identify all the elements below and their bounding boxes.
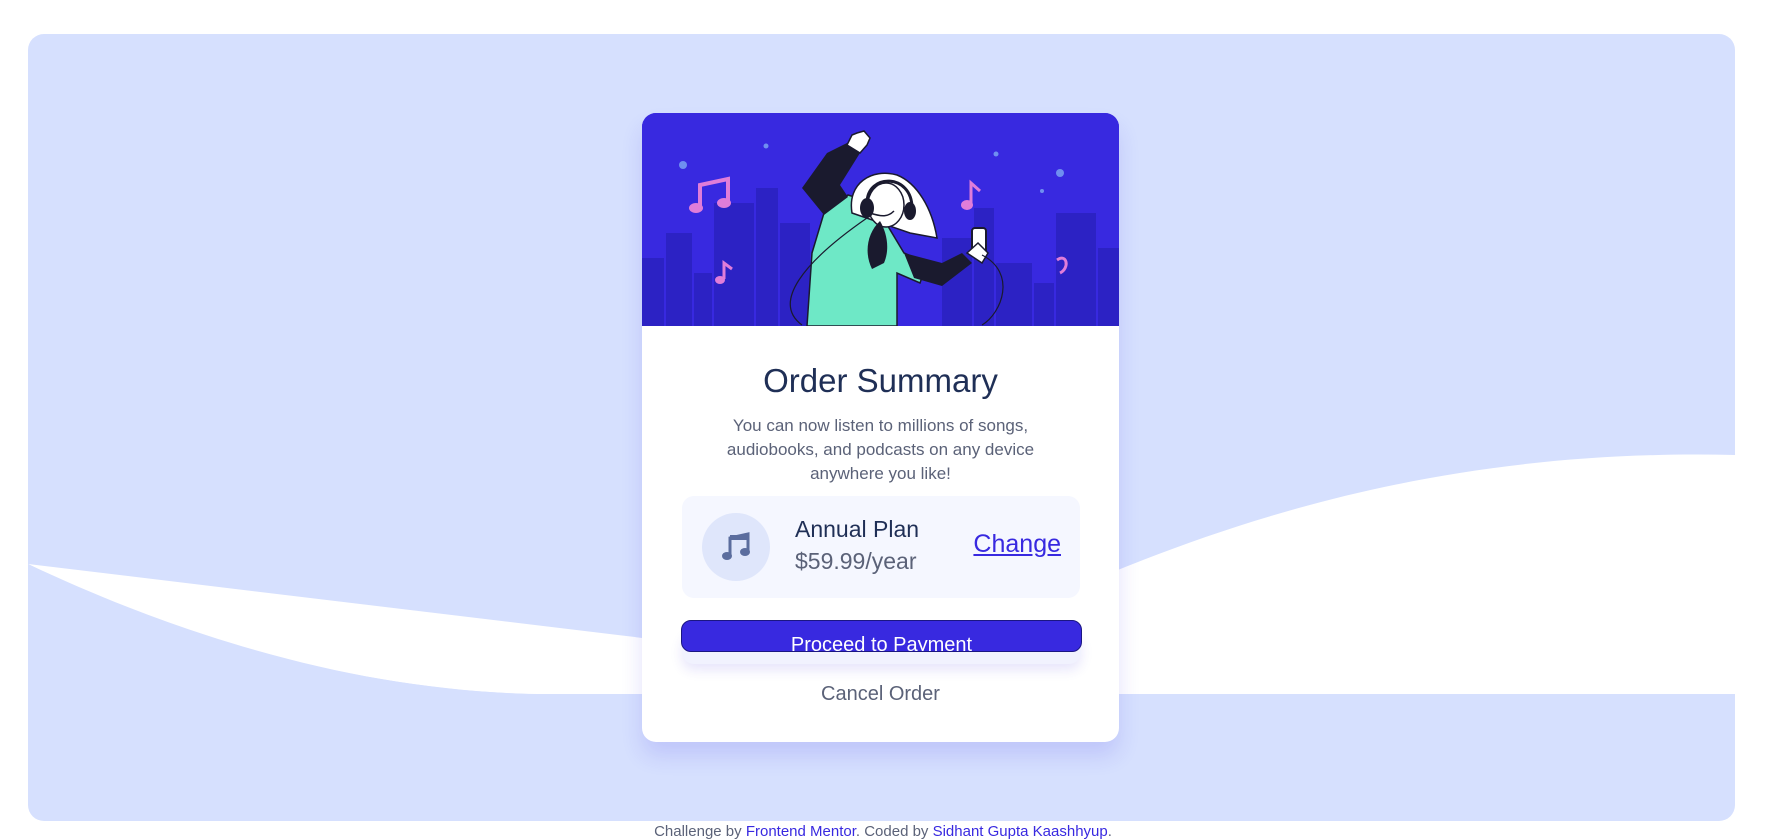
plan-name: Annual Plan xyxy=(795,516,920,542)
frontend-mentor-link[interactable]: Frontend Mentor xyxy=(746,823,856,840)
order-description: You can now listen to millions of songs,… xyxy=(726,416,1035,483)
music-note-icon xyxy=(702,513,770,581)
change-plan-link[interactable]: Change xyxy=(973,530,1061,559)
dancing-person-illustration xyxy=(642,113,1119,326)
page-title: Order Summary xyxy=(763,362,998,399)
attribution: Challenge by Frontend Mentor. Coded by S… xyxy=(0,823,1766,840)
author-link[interactable]: Sidhant Gupta Kaashhyup xyxy=(933,823,1108,840)
hero-illustration xyxy=(642,113,1119,326)
order-summary-card: Order Summary You can now listen to mill… xyxy=(642,113,1119,742)
proceed-to-payment-button[interactable]: Proceed to Payment xyxy=(681,620,1082,652)
attribution-middle: . Coded by xyxy=(855,823,929,840)
plan-price: $59.99/year xyxy=(795,548,917,574)
plan-summary: Annual Plan $59.99/year Change xyxy=(682,496,1080,598)
music-note-glyph xyxy=(722,532,750,560)
attribution-prefix: Challenge by xyxy=(654,823,742,840)
proceed-button-label: Proceed to Payment xyxy=(790,634,973,652)
cancel-order-button[interactable]: Cancel Order xyxy=(642,683,1119,706)
attribution-suffix: . xyxy=(1107,823,1112,840)
